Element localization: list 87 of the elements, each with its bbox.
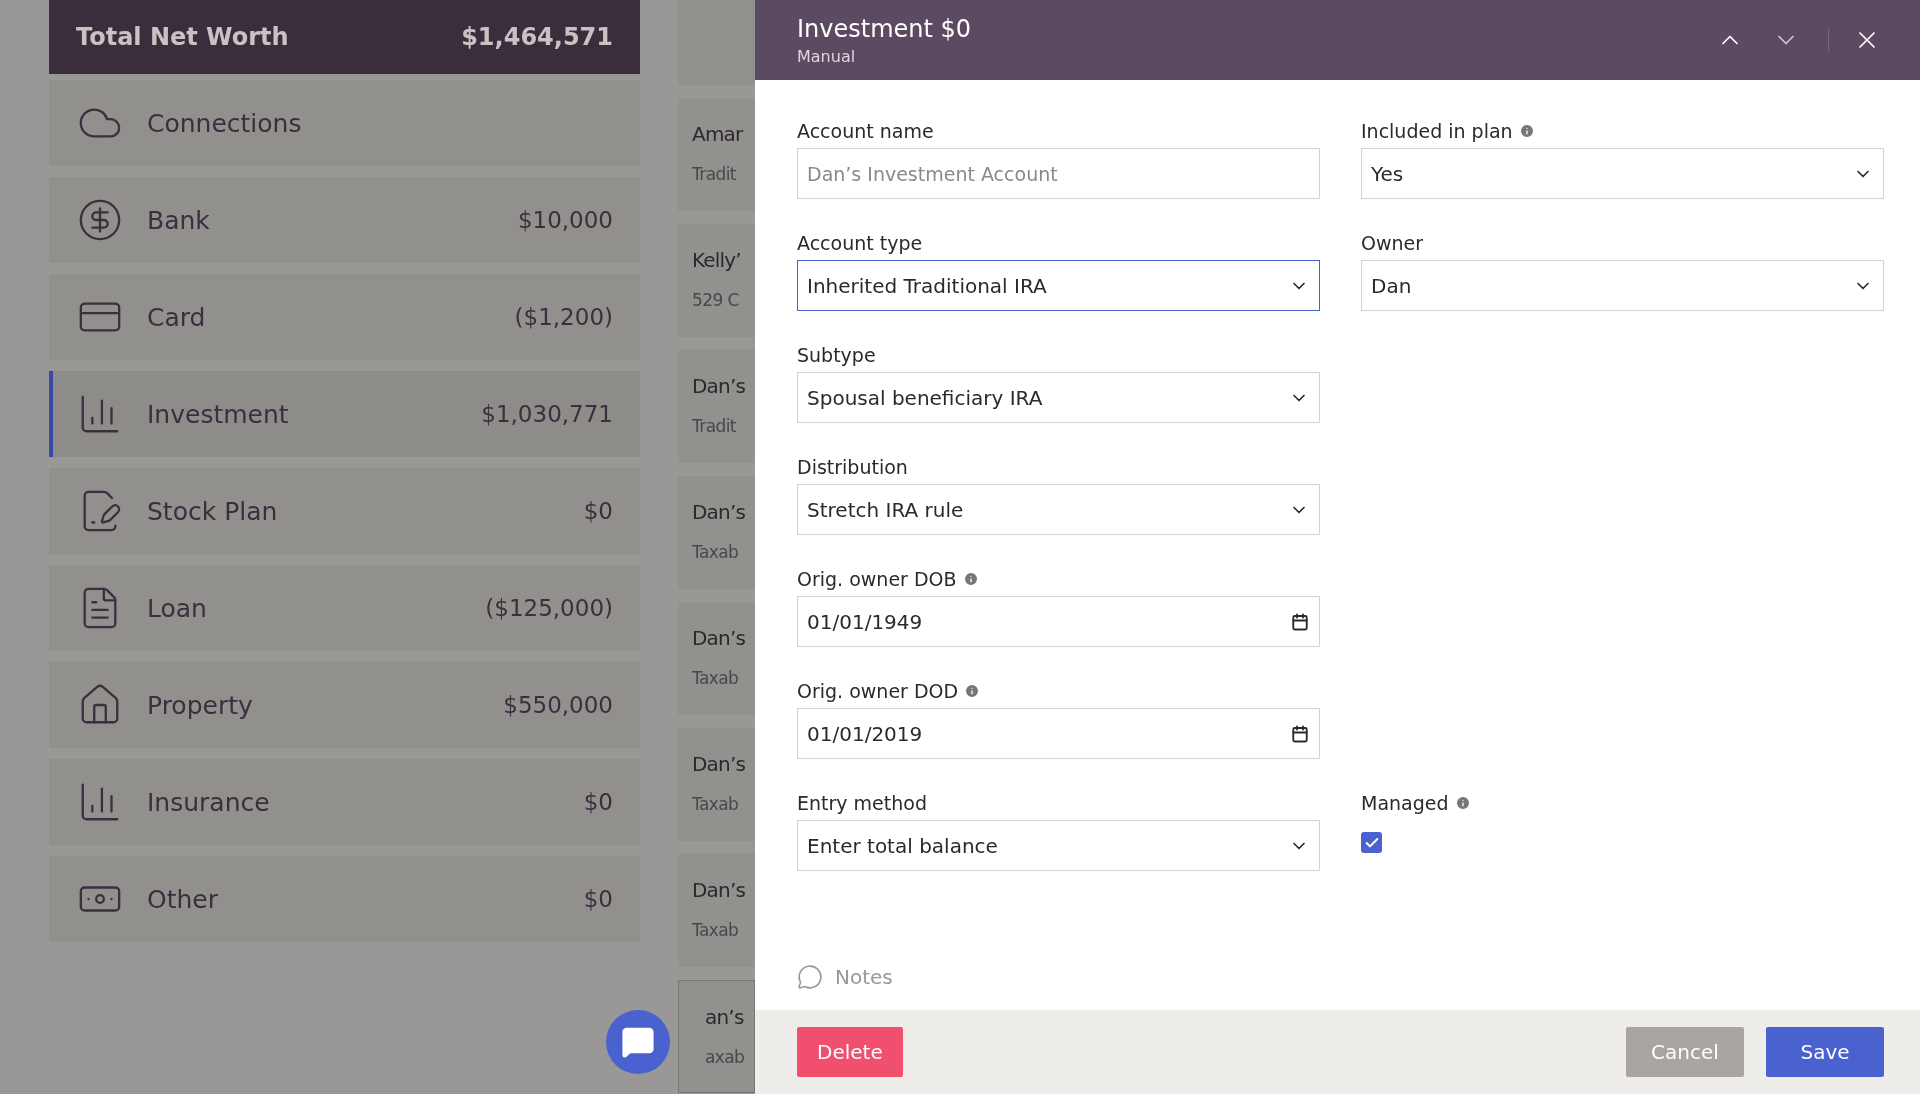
notes-button[interactable]: Notes (755, 964, 1920, 1010)
account-type: Taxab (692, 920, 740, 940)
account-name: Dan’s (692, 626, 747, 650)
category-label: Card (147, 302, 207, 332)
account-name: Kelly’ (692, 248, 742, 272)
category-value: ($1,200) (514, 304, 613, 330)
category-label: Other (147, 884, 219, 914)
field-label: Managed (1361, 792, 1449, 814)
field-label: Orig. owner DOD (797, 680, 959, 702)
panel-title: Investment $0 (797, 14, 973, 43)
date-field[interactable]: 01/01/1949 (797, 596, 1320, 647)
account-name: an’s (705, 1005, 745, 1029)
account-type: Taxab (692, 542, 740, 562)
account-card[interactable]: Dan’s Taxab (678, 854, 755, 967)
category-label: Stock Plan (147, 496, 279, 526)
category-value: $0 (583, 886, 613, 912)
select-field[interactable]: Inherited Traditional IRA (797, 260, 1320, 311)
category-item[interactable]: Stock Plan $0 (49, 468, 640, 554)
account-card[interactable]: Kelly’ 529 C (678, 224, 755, 337)
field-label: Account type (797, 232, 923, 254)
field-label: Orig. owner DOB (797, 568, 957, 590)
category-item[interactable]: Loan ($125,000) (49, 565, 640, 651)
category-label: Connections (147, 108, 303, 138)
date-field[interactable]: 01/01/2019 (797, 708, 1320, 759)
field-label: Owner (1361, 232, 1424, 254)
account-name: Amar (692, 122, 744, 146)
category-label: Insurance (147, 787, 271, 817)
account-type: Taxab (692, 668, 740, 688)
speech-bubble-icon (797, 964, 823, 990)
category-label: Loan (147, 593, 208, 623)
checkbox[interactable] (1361, 832, 1382, 853)
select-field[interactable]: Stretch IRA rule (797, 484, 1320, 535)
calendar-icon[interactable] (1291, 724, 1309, 743)
category-value: $1,030,771 (481, 401, 613, 427)
field-label: Included in plan (1361, 120, 1513, 142)
account-name: Dan’s (692, 374, 747, 398)
account-card[interactable]: Dan’s Tradit (678, 350, 755, 463)
account-type: 529 C (692, 290, 740, 310)
account-type: Taxab (692, 794, 740, 814)
category-item[interactable]: Insurance $0 (49, 759, 640, 845)
account-type: Tradit (692, 416, 737, 436)
account-type: Tradit (692, 164, 737, 184)
category-value: $0 (583, 789, 613, 815)
select-field[interactable]: Enter total balance (797, 820, 1320, 871)
delete-button[interactable]: Delete (797, 1027, 903, 1077)
account-card[interactable]: Dan’s Taxab (678, 476, 755, 589)
category-label: Investment (147, 399, 290, 429)
category-item[interactable]: Card ($1,200) (49, 274, 640, 360)
category-item[interactable]: Bank $10,000 (49, 177, 640, 263)
header-label: Total Net Worth (76, 23, 289, 51)
dollar-coin-icon (77, 197, 123, 243)
category-item[interactable]: Investment $1,030,771 (49, 371, 640, 457)
field-label: Entry method (797, 792, 927, 814)
info-icon[interactable] (1518, 123, 1535, 139)
category-value: ($125,000) (485, 595, 613, 621)
account-name: Dan’s (692, 500, 747, 524)
account-card[interactable]: an’s axab (678, 980, 755, 1093)
input-field[interactable]: Dan’s Investment Account (797, 148, 1320, 199)
category-label: Bank (147, 205, 211, 235)
info-icon[interactable] (964, 683, 981, 699)
account-name: Dan’s (692, 752, 747, 776)
calendar-icon[interactable] (1291, 612, 1309, 631)
field-label: Account name (797, 120, 934, 142)
category-item[interactable]: Connections (49, 80, 640, 166)
account-type: axab (705, 1047, 746, 1067)
chat-icon (621, 1025, 655, 1059)
account-card[interactable]: Dan’s Taxab (678, 728, 755, 841)
field-label: Subtype (797, 344, 876, 366)
select-field[interactable]: Dan (1361, 260, 1884, 311)
select-field[interactable]: Yes (1361, 148, 1884, 199)
field-label: Distribution (797, 456, 908, 478)
save-button[interactable]: Save (1766, 1027, 1884, 1077)
category-value: $550,000 (503, 692, 613, 718)
account-name: Dan’s (692, 878, 747, 902)
select-field[interactable]: Spousal beneficiary IRA (797, 372, 1320, 423)
header-value: $1,464,571 (461, 23, 613, 51)
info-icon[interactable] (1454, 795, 1471, 811)
account-card[interactable]: Dan’s Taxab (678, 602, 755, 715)
category-label: Property (147, 690, 254, 720)
cancel-button[interactable]: Cancel (1626, 1027, 1744, 1077)
category-value: $10,000 (517, 207, 613, 233)
category-item[interactable]: Other $0 (49, 856, 640, 942)
category-item[interactable]: Property $550,000 (49, 662, 640, 748)
account-card[interactable]: Amar Tradit (678, 98, 755, 211)
panel-subtitle: Manual (797, 46, 857, 66)
info-icon[interactable] (962, 571, 979, 587)
category-value: $0 (583, 498, 613, 524)
